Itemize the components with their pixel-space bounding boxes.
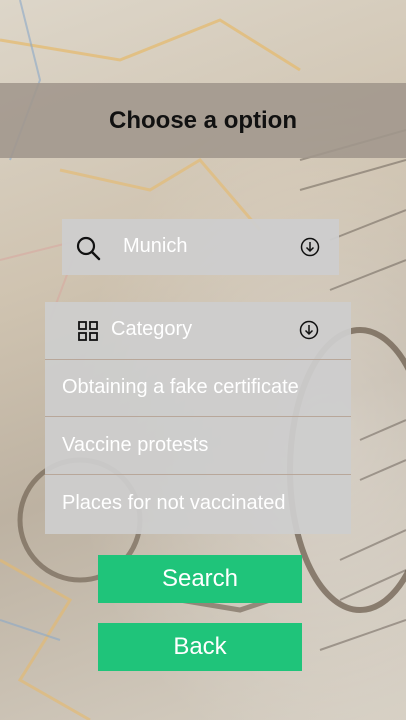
category-label: Category — [111, 318, 193, 340]
chevron-circle-down-icon[interactable] — [299, 320, 319, 345]
category-option-places-not-vaccinated[interactable]: Places for not vaccinated — [45, 476, 351, 533]
location-value: Munich — [123, 235, 188, 257]
page-header: Choose a option — [0, 83, 406, 158]
category-option-vaccine-protests[interactable]: Vaccine protests — [45, 418, 351, 475]
location-dropdown[interactable]: Munich — [62, 219, 339, 275]
search-icon — [75, 235, 101, 266]
page-title: Choose a option — [109, 106, 297, 134]
category-header[interactable]: Category — [45, 302, 351, 360]
category-option-fake-certificate[interactable]: Obtaining a fake certificate — [45, 360, 351, 417]
chevron-circle-down-icon[interactable] — [300, 237, 320, 262]
search-button[interactable]: Search — [98, 555, 302, 603]
category-dropdown: Category Obtaining a fake certificate Va… — [45, 302, 351, 534]
back-button[interactable]: Back — [98, 623, 302, 671]
grid-icon — [78, 321, 98, 346]
